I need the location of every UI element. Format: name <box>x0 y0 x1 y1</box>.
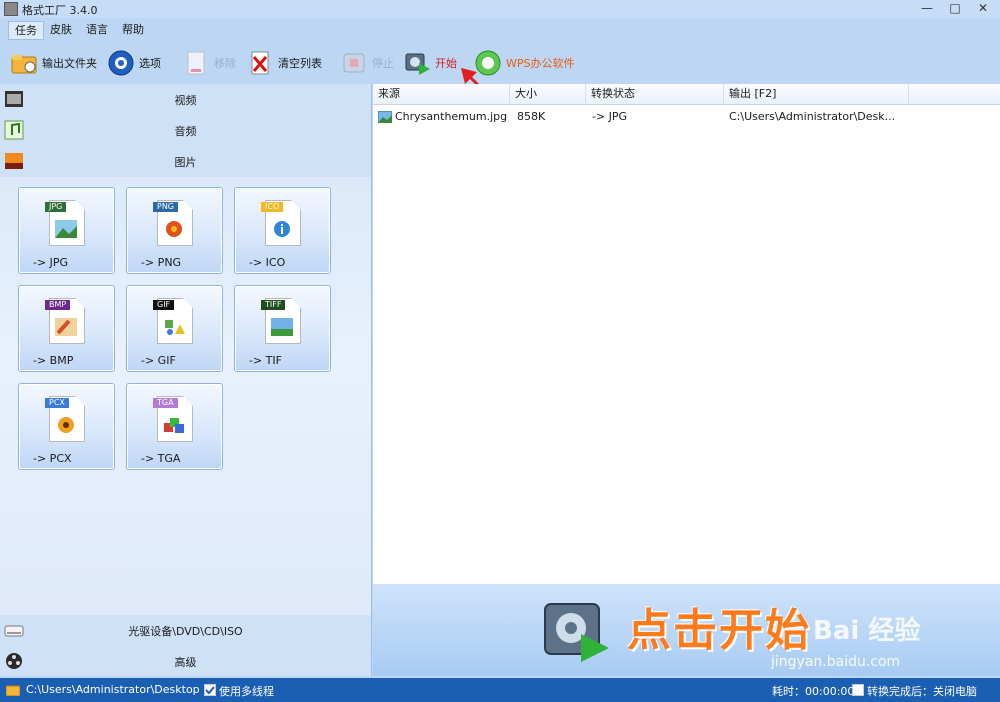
category-advanced[interactable]: 高级 <box>0 646 371 676</box>
stop-label: 停止 <box>372 57 394 70</box>
paint-icon <box>55 318 77 336</box>
cubes-icon <box>164 418 184 433</box>
after-done-label: 转换完成后：关闭电脑 <box>867 685 977 698</box>
clear-list-button[interactable]: 清空列表 <box>246 46 322 80</box>
landscape-icon <box>271 318 293 336</box>
format-tile-jpg[interactable]: JPG -> JPG <box>18 187 115 274</box>
format-tile-bmp[interactable]: BMP -> BMP <box>18 285 115 372</box>
baidu-watermark: Bai 经验 <box>813 616 921 646</box>
column-source[interactable]: 来源 <box>373 84 510 104</box>
format-tile-tif[interactable]: TIFF -> TIF <box>234 285 331 372</box>
cell-source: Chrysanthemum.jpg <box>395 110 508 123</box>
column-output[interactable]: 输出 [F2] <box>724 84 909 104</box>
clear-list-icon <box>246 49 274 77</box>
multithread-label: 使用多线程 <box>219 685 274 698</box>
format-tile-label: -> TGA <box>141 452 181 465</box>
category-audio[interactable]: 音频 <box>0 115 371 145</box>
window-title: 格式工厂 3.4.0 <box>22 4 98 17</box>
category-panel: 视频 音频 图片 JPG -> JPG PNG -> PNG ICO -> IC… <box>0 84 372 676</box>
start-button[interactable]: 开始 <box>403 46 457 80</box>
app-icon <box>4 2 18 16</box>
format-tile-label: -> GIF <box>141 354 176 367</box>
close-button[interactable]: ✕ <box>970 0 996 18</box>
category-picture-label: 图片 <box>174 156 197 169</box>
format-tile-label: -> TIF <box>249 354 282 367</box>
menu-language[interactable]: 语言 <box>80 21 114 38</box>
menu-bar: 任务 皮肤 语言 帮助 <box>0 20 1000 40</box>
clear-list-label: 清空列表 <box>278 57 322 70</box>
menu-help[interactable]: 帮助 <box>116 21 150 38</box>
info-icon <box>274 221 290 237</box>
format-tile-png[interactable]: PNG -> PNG <box>126 187 223 274</box>
cell-status: -> JPG <box>592 110 628 123</box>
format-badge: GIF <box>153 300 175 310</box>
category-optical-label: 光驱设备\DVD\CD\ISO <box>128 625 243 638</box>
stop-icon <box>340 49 368 77</box>
shapes-icon <box>165 320 185 335</box>
format-tile-label: -> BMP <box>33 354 74 367</box>
output-path: C:\Users\Administrator\Desktop <box>26 683 200 696</box>
format-tile-label: -> PNG <box>141 256 182 269</box>
landscape-icon <box>55 220 77 238</box>
format-tile-label: -> JPG <box>33 256 69 269</box>
sunflower-icon <box>58 417 74 433</box>
start-label: 开始 <box>435 57 457 70</box>
category-optical[interactable]: 光驱设备\DVD\CD\ISO <box>0 615 371 645</box>
format-tile-tga[interactable]: TGA -> TGA <box>126 383 223 470</box>
format-tile-label: -> ICO <box>249 256 286 269</box>
folder-icon <box>6 685 20 696</box>
flower-icon <box>166 221 182 237</box>
task-list: 来源 大小 转换状态 输出 [F2] Chrysanthemum.jpg 858… <box>373 84 1000 584</box>
task-pane: 来源 大小 转换状态 输出 [F2] Chrysanthemum.jpg 858… <box>373 84 1000 676</box>
remove-file-icon <box>182 49 210 77</box>
format-badge: BMP <box>45 300 71 310</box>
format-badge: TIFF <box>261 300 286 310</box>
category-video[interactable]: 视频 <box>0 84 371 114</box>
start-banner: 点击开始 Bai 经验 jingyan.baidu.com <box>373 584 1000 676</box>
format-badge: TGA <box>153 398 178 408</box>
format-badge: ICO <box>261 202 284 212</box>
options-label: 选项 <box>139 57 161 70</box>
format-tile-ico[interactable]: ICO -> ICO <box>234 187 331 274</box>
output-folder-button[interactable]: 输出文件夹 <box>10 46 97 80</box>
status-bar: C:\Users\Administrator\Desktop 使用多线程 耗时：… <box>0 678 1000 702</box>
multithread-checkbox[interactable] <box>204 684 216 696</box>
table-header: 来源 大小 转换状态 输出 [F2] <box>373 84 1000 105</box>
shutdown-checkbox[interactable] <box>852 684 864 696</box>
output-folder-label: 输出文件夹 <box>42 57 97 70</box>
folder-icon <box>10 49 38 77</box>
gear-icon <box>107 49 135 77</box>
elapsed-time: 耗时：00:00:00 <box>772 685 855 698</box>
start-icon <box>403 49 431 77</box>
format-tile-pcx[interactable]: PCX -> PCX <box>18 383 115 470</box>
remove-label: 移除 <box>214 57 236 70</box>
format-badge: JPG <box>45 202 67 212</box>
category-video-label: 视频 <box>174 94 197 107</box>
format-badge: PCX <box>45 398 69 408</box>
format-tile-label: -> PCX <box>33 452 72 465</box>
cell-size: 858K <box>517 110 546 123</box>
format-tile-gif[interactable]: GIF -> GIF <box>126 285 223 372</box>
stop-button[interactable]: 停止 <box>340 46 394 80</box>
picture-format-panel: JPG -> JPG PNG -> PNG ICO -> ICO BMP -> … <box>0 177 371 615</box>
remove-button[interactable]: 移除 <box>182 46 236 80</box>
wps-label: WPS办公软件 <box>506 57 575 70</box>
format-badge: PNG <box>153 202 179 212</box>
minimize-button[interactable]: — <box>914 0 940 18</box>
image-file-icon <box>378 111 392 123</box>
maximize-button[interactable]: □ <box>942 0 968 18</box>
column-size[interactable]: 大小 <box>510 84 586 104</box>
menu-task[interactable]: 任务 <box>8 21 44 40</box>
baidu-url: jingyan.baidu.com <box>771 654 901 670</box>
category-advanced-label: 高级 <box>174 656 197 669</box>
column-status[interactable]: 转换状态 <box>586 84 724 104</box>
menu-skin[interactable]: 皮肤 <box>44 21 78 38</box>
category-picture[interactable]: 图片 <box>0 146 371 176</box>
banner-start-text: 点击开始 <box>627 605 811 656</box>
format-factory-logo-icon <box>544 603 609 662</box>
title-bar: 格式工厂 3.4.0 — □ ✕ <box>0 0 1000 18</box>
options-button[interactable]: 选项 <box>107 46 161 80</box>
category-audio-label: 音频 <box>174 125 197 138</box>
cell-output: C:\Users\Administrator\Desk... <box>729 110 896 123</box>
